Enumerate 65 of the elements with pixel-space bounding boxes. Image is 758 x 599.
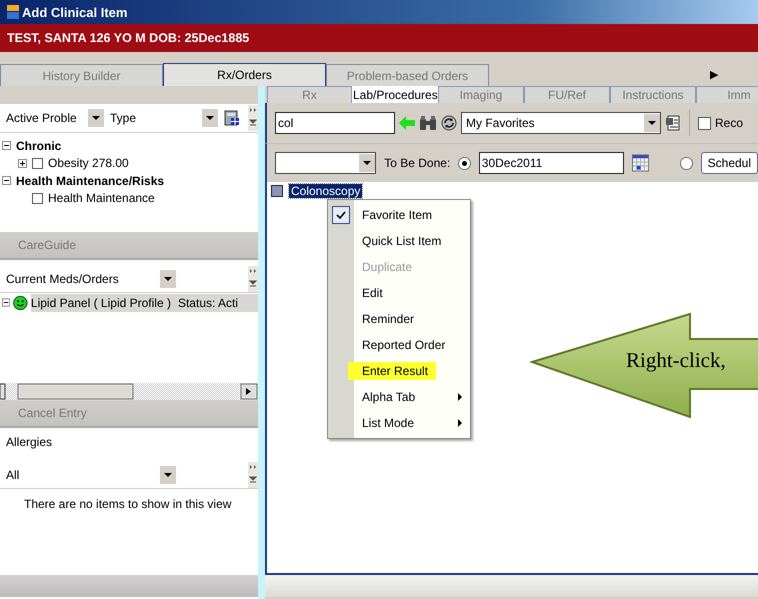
tree-group-label[interactable]: Health Maintenance/Risks: [16, 174, 164, 188]
schedule-button[interactable]: Schedul: [700, 152, 758, 174]
dropdown-caret-icon: [92, 116, 100, 120]
dropdown-button[interactable]: [202, 109, 218, 127]
menu-item[interactable]: Enter Result: [348, 362, 436, 380]
tab[interactable]: Rx/Orders: [163, 63, 326, 86]
refresh-icon[interactable]: [441, 115, 457, 131]
menu-item[interactable]: Alpha Tab: [360, 388, 418, 406]
radio-button[interactable]: [458, 156, 471, 170]
checkbox[interactable]: [32, 158, 43, 169]
tree-item-label[interactable]: Health Maintenance: [48, 191, 155, 206]
checkbox[interactable]: [32, 192, 43, 204]
horizontal-scrollbar[interactable]: [0, 383, 258, 400]
menu-item[interactable]: Favorite Item: [360, 206, 434, 224]
order-name[interactable]: Lipid Panel ( Lipid Profile ): [30, 296, 171, 310]
search-field[interactable]: col: [275, 112, 395, 134]
filter-value: Type: [110, 111, 136, 125]
filter-value: All: [6, 468, 20, 482]
dropdown[interactable]: My Favorites: [461, 112, 661, 134]
callout-text: Right-click,: [626, 348, 726, 373]
expand-icon[interactable]: [18, 158, 27, 168]
menu-item[interactable]: Reported Order: [360, 336, 448, 354]
dropdown[interactable]: [275, 152, 376, 174]
dropdown-caret-icon: [164, 473, 172, 477]
dropdown-caret-icon: [363, 161, 372, 165]
filter-value: Current Meds/Orders: [6, 272, 119, 286]
dropdown-caret-icon: [206, 116, 214, 120]
filter-value: Active Proble: [6, 111, 77, 125]
menu-item[interactable]: Reminder: [360, 310, 416, 328]
dropdown-button[interactable]: [88, 109, 104, 127]
binoculars-icon[interactable]: [419, 115, 437, 131]
radio-button[interactable]: [680, 156, 693, 170]
field-label: To Be Done:: [384, 156, 450, 170]
list-item[interactable]: Colonoscopy: [289, 184, 362, 198]
tree-group-label[interactable]: Chronic: [16, 138, 62, 153]
scroll-spinner-icon[interactable]: [248, 266, 258, 292]
scroll-spinner-icon[interactable]: [248, 105, 258, 131]
window-title: Add Clinical Item: [22, 4, 128, 20]
collapse-icon[interactable]: [2, 141, 11, 150]
patient-banner: TEST, SANTA 126 YO M DOB: 25Dec1885: [0, 24, 758, 52]
checkbox[interactable]: [698, 116, 711, 130]
checkbox-label: Reco: [715, 116, 744, 130]
tree-item-label[interactable]: Obesity 278.00: [48, 156, 129, 170]
smiley-icon: [13, 294, 28, 310]
scroll-spinner-icon[interactable]: [248, 462, 258, 488]
menu-item[interactable]: Quick List Item: [360, 232, 444, 250]
section-label: Allergies: [5, 434, 54, 451]
dropdown-button[interactable]: [160, 466, 176, 484]
app-icon: [7, 5, 19, 19]
document-icon[interactable]: [665, 115, 681, 131]
dropdown-button[interactable]: [160, 270, 176, 288]
calendar-icon[interactable]: [632, 154, 649, 172]
checkbox[interactable]: [271, 185, 283, 197]
menu-item[interactable]: List Mode: [360, 414, 416, 432]
dropdown-caret-icon: [648, 121, 656, 125]
empty-message: There are no items to show in this view: [23, 496, 232, 511]
date-field[interactable]: 30Dec2011: [478, 152, 624, 174]
tabs-scroll-arrow[interactable]: ▶: [710, 68, 718, 81]
collapse-icon[interactable]: [2, 298, 10, 307]
dropdown-caret-icon: [164, 277, 172, 281]
tab[interactable]: Lab/Procedures: [352, 86, 438, 103]
table-icon[interactable]: [224, 110, 240, 126]
menu-item[interactable]: Edit: [360, 284, 385, 302]
collapse-icon[interactable]: [2, 176, 11, 186]
order-status: Status: Acti: [178, 296, 238, 310]
